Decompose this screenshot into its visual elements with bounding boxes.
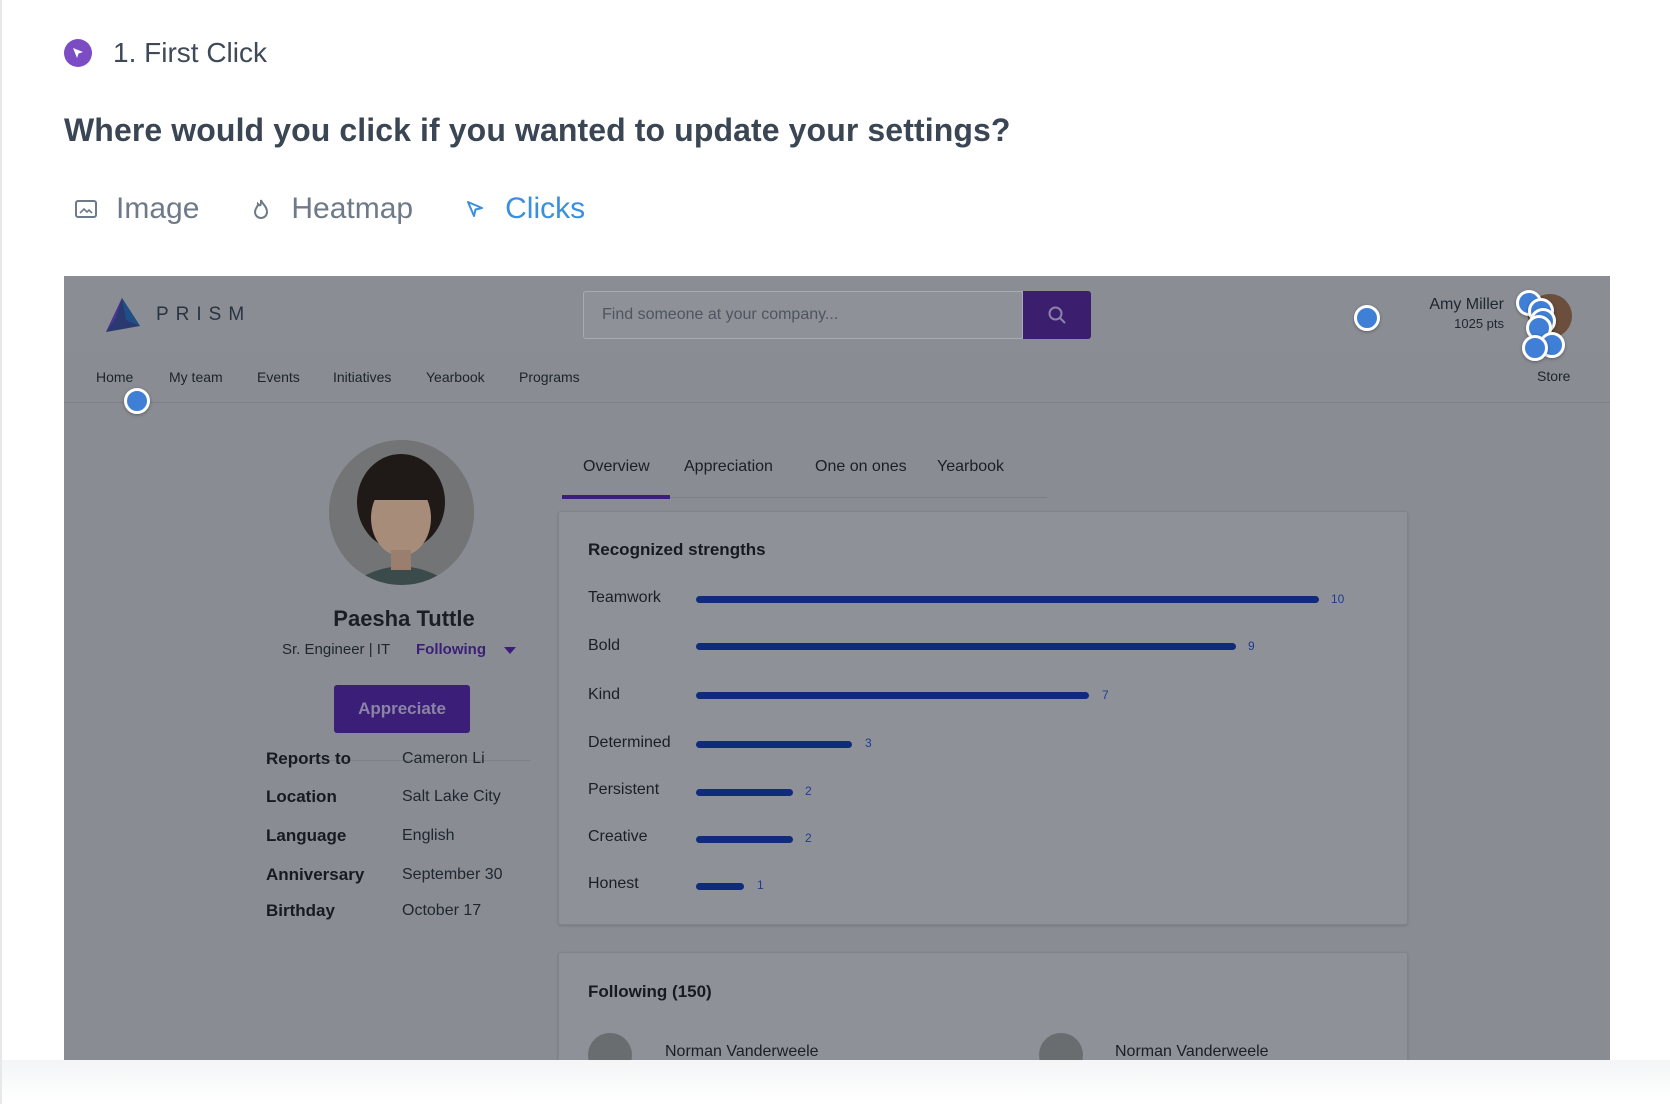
- task-header: 1. First Click: [64, 36, 267, 70]
- cursor-click-icon: [64, 39, 92, 67]
- strengths-title: Recognized strengths: [588, 540, 766, 559]
- user-points: 1025 pts: [1454, 316, 1504, 331]
- following-title: Following (150): [588, 982, 712, 1001]
- tab-heatmap-label: Heatmap: [291, 192, 414, 225]
- info-value: English: [402, 827, 455, 844]
- subtab-active-indicator: [562, 495, 670, 499]
- info-label: Location: [266, 787, 337, 806]
- strength-value: 3: [865, 736, 872, 750]
- results-page: 1. First Click Where would you click if …: [0, 0, 1670, 1104]
- prism-logo-icon: [106, 298, 140, 332]
- tab-image-label: Image: [116, 192, 200, 225]
- profile-title: Sr. Engineer | IT: [282, 641, 391, 658]
- profile-photo: [329, 440, 474, 585]
- info-label: Language: [266, 826, 347, 845]
- strength-label: Persistent: [588, 781, 660, 798]
- strength-value: 7: [1102, 688, 1109, 702]
- strength-label: Determined: [588, 734, 671, 751]
- profile-name: Paesha Tuttle: [333, 606, 475, 631]
- user-name: Amy Miller: [1429, 296, 1504, 313]
- strengths-card: Recognized strengths Teamwork 10 Bold 9 …: [558, 511, 1408, 925]
- nav-home[interactable]: Home: [96, 369, 133, 385]
- info-value: September 30: [402, 866, 503, 883]
- task-title: 1. First Click: [113, 37, 267, 68]
- strength-label: Teamwork: [588, 589, 661, 606]
- info-value: Cameron Li: [402, 750, 485, 767]
- following-name[interactable]: Norman Vanderweele: [1115, 1043, 1269, 1061]
- strength-value: 1: [757, 878, 764, 892]
- page-bottom-edge: [2, 1060, 1670, 1104]
- strength-label: Bold: [588, 637, 621, 654]
- nav-store[interactable]: Store: [1537, 368, 1570, 384]
- strength-value: 10: [1331, 592, 1345, 606]
- cursor-icon: [463, 197, 487, 221]
- chevron-down-icon[interactable]: [504, 647, 516, 654]
- logo-text: PRISM: [156, 304, 252, 325]
- question-text: Where would you click if you wanted to u…: [64, 112, 1011, 148]
- strength-value: 2: [805, 784, 812, 798]
- strength-bar: [696, 643, 1236, 650]
- strength-value: 9: [1248, 639, 1255, 653]
- people-search: Find someone at your company...: [583, 291, 1091, 339]
- nav-events[interactable]: Events: [257, 369, 300, 385]
- task-screenshot: PRISM Find someone at your company... Am…: [64, 276, 1610, 1076]
- subtab-one-on-ones[interactable]: One on ones: [815, 458, 907, 476]
- strength-bar: [696, 789, 793, 796]
- search-button[interactable]: [1023, 291, 1091, 339]
- following-toggle[interactable]: Following: [416, 641, 486, 658]
- strength-bar: [696, 883, 744, 890]
- nav-yearbook[interactable]: Yearbook: [426, 369, 485, 385]
- appreciate-button[interactable]: Appreciate: [334, 685, 470, 733]
- search-icon: [1048, 306, 1066, 324]
- click-marker[interactable]: [124, 388, 150, 414]
- strength-label: Creative: [588, 828, 648, 845]
- nav-my-team[interactable]: My team: [169, 369, 223, 385]
- click-marker[interactable]: [1354, 305, 1380, 331]
- info-label: Reports to: [266, 749, 351, 768]
- strength-value: 2: [805, 831, 812, 845]
- subtab-overview[interactable]: Overview: [583, 458, 650, 476]
- tab-clicks[interactable]: Clicks: [463, 192, 585, 226]
- info-value: October 17: [402, 902, 482, 919]
- info-value: Salt Lake City: [402, 788, 501, 805]
- strength-bar: [696, 741, 852, 748]
- flame-icon: [249, 197, 273, 221]
- strength-label: Honest: [588, 875, 639, 892]
- tab-clicks-label: Clicks: [505, 192, 586, 225]
- user-menu[interactable]: Amy Miller 1025 pts: [1429, 296, 1504, 331]
- strength-bar: [696, 596, 1319, 603]
- tab-image[interactable]: Image: [74, 192, 199, 226]
- strength-bar: [696, 692, 1089, 699]
- info-label: Birthday: [266, 901, 335, 920]
- info-label: Anniversary: [266, 865, 365, 884]
- nav-programs[interactable]: Programs: [519, 369, 580, 385]
- image-icon: [74, 197, 98, 221]
- following-name[interactable]: Norman Vanderweele: [665, 1043, 819, 1061]
- strength-bar: [696, 836, 793, 843]
- following-card: Following (150) Norman Vanderweele Norma…: [558, 952, 1408, 1076]
- click-marker[interactable]: [1522, 335, 1548, 361]
- search-input[interactable]: Find someone at your company...: [583, 291, 1023, 339]
- view-tabs: Image Heatmap Clicks: [74, 186, 635, 232]
- tab-heatmap[interactable]: Heatmap: [249, 192, 413, 226]
- subtab-appreciation[interactable]: Appreciation: [684, 458, 773, 476]
- strength-label: Kind: [588, 686, 621, 703]
- subtab-yearbook[interactable]: Yearbook: [937, 458, 1004, 476]
- nav-initiatives[interactable]: Initiatives: [333, 369, 391, 385]
- prism-logo: PRISM: [102, 296, 251, 334]
